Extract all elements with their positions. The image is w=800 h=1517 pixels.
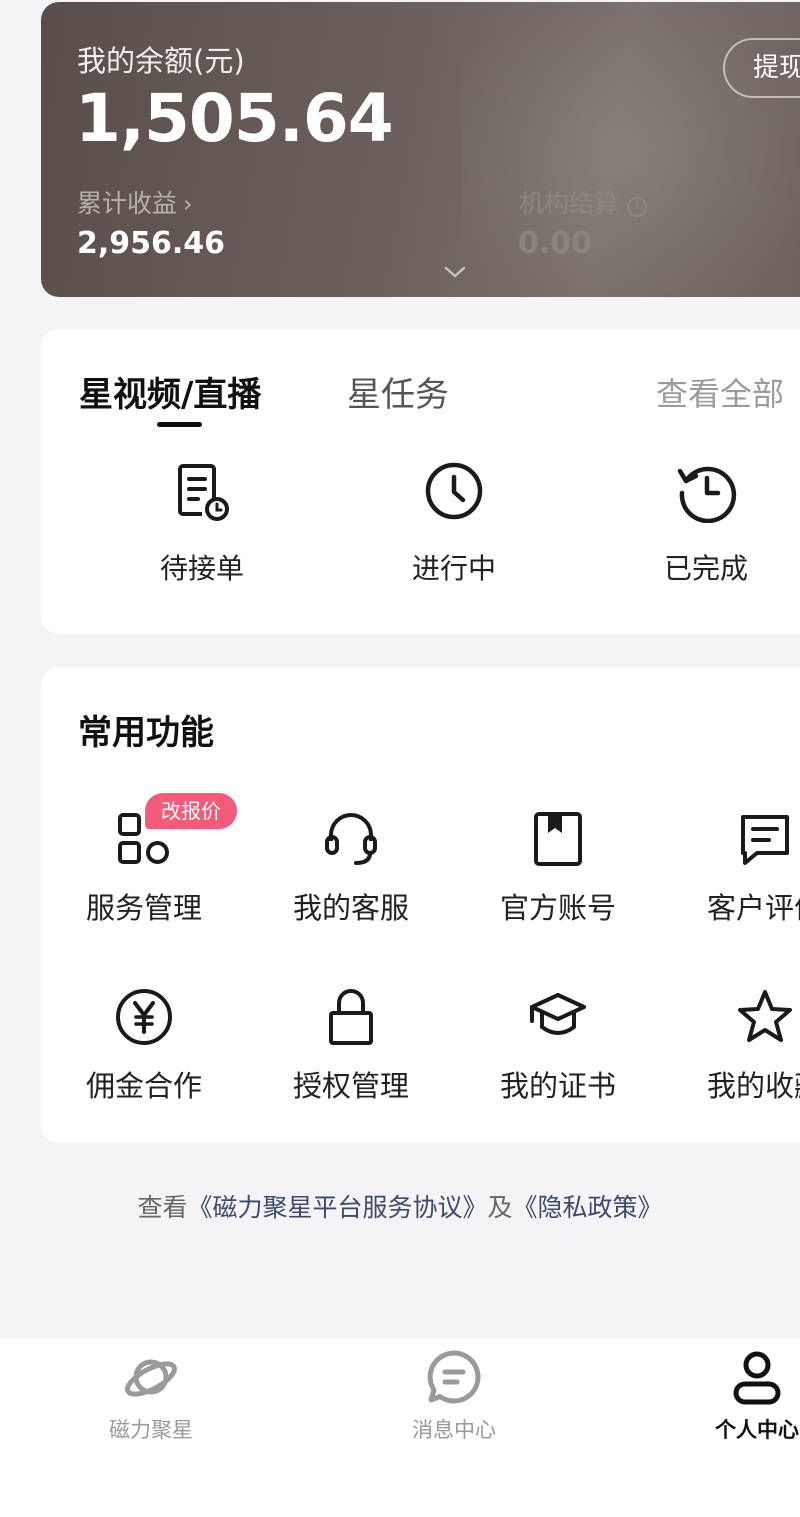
history-icon bbox=[677, 466, 737, 523]
nav-label: 磁力聚星 bbox=[109, 1418, 193, 1442]
pending-order-icon bbox=[178, 464, 229, 521]
func-my-certificate[interactable]: 我的证书 bbox=[478, 987, 638, 1105]
orders-card: 星视频/直播 星任务 查看全部 待接单 进行中 已完成 bbox=[41, 329, 800, 634]
institution-settlement-label: 机构结算 i bbox=[519, 184, 648, 220]
func-my-customer-service[interactable]: 我的客服 bbox=[271, 809, 431, 927]
agreement-conjunction: 及 bbox=[487, 1193, 513, 1222]
status-pending[interactable]: 待接单 bbox=[122, 459, 282, 587]
planet-icon bbox=[125, 1359, 177, 1397]
page: 我的余额(元) 1,505.64 提现 累计收益 › 2,956.46 机构结算 i… bbox=[0, 0, 800, 1517]
common-functions-card: 常用功能 服务管理 改报价 我的客服 官方账号 客户评 佣金合作 授权管理 我的… bbox=[41, 667, 800, 1143]
balance-amount: 1,505.64 bbox=[75, 80, 394, 157]
func-customer-reviews[interactable]: 客户评价 bbox=[685, 809, 800, 927]
service-agreement-link[interactable]: 《磁力聚星平台服务协议》 bbox=[187, 1193, 487, 1222]
bookmark-book-icon bbox=[534, 812, 582, 866]
chevron-down-icon[interactable] bbox=[443, 264, 467, 280]
nav-label: 个人中心 bbox=[715, 1418, 799, 1442]
func-my-favorites[interactable]: 我的收藏 bbox=[685, 987, 800, 1105]
common-functions-title: 常用功能 bbox=[78, 713, 214, 753]
active-tab-indicator bbox=[157, 422, 202, 427]
agreement-prefix: 查看 bbox=[137, 1193, 188, 1222]
yen-coin-icon bbox=[116, 989, 172, 1045]
balance-card: 我的余额(元) 1,505.64 提现 累计收益 › 2,956.46 机构结算 i… bbox=[41, 2, 800, 297]
institution-settlement-text: 机构结算 bbox=[519, 189, 620, 218]
cumulative-earnings-link[interactable]: 累计收益 › bbox=[77, 184, 193, 220]
func-label: 官方账号 bbox=[499, 891, 616, 925]
bottom-nav: 磁力聚星 消息中心 个人中心 bbox=[0, 1338, 800, 1517]
chevron-right-icon: › bbox=[183, 190, 193, 218]
message-icon bbox=[427, 1350, 481, 1404]
func-commission-cooperation[interactable]: 佣金合作 bbox=[64, 987, 224, 1105]
nav-item-profile[interactable]: 个人中心 bbox=[692, 1348, 800, 1444]
institution-settlement-value: 0.00 bbox=[518, 226, 593, 261]
headset-icon bbox=[325, 813, 377, 865]
status-label: 进行中 bbox=[411, 552, 496, 585]
star-icon bbox=[738, 990, 792, 1042]
cumulative-earnings-label: 累计收益 bbox=[77, 189, 178, 218]
func-label: 授权管理 bbox=[292, 1069, 409, 1103]
func-label: 我的收藏 bbox=[706, 1069, 800, 1103]
nav-item-messages[interactable]: 消息中心 bbox=[389, 1348, 519, 1444]
withdraw-button[interactable]: 提现 bbox=[723, 38, 800, 98]
info-icon[interactable]: i bbox=[627, 197, 648, 217]
nav-label: 消息中心 bbox=[412, 1418, 496, 1442]
func-label: 服务管理 bbox=[85, 891, 202, 925]
view-all-link[interactable]: 查看全部 bbox=[656, 369, 784, 415]
person-icon bbox=[733, 1351, 781, 1405]
func-label: 我的证书 bbox=[499, 1069, 616, 1103]
func-label: 我的客服 bbox=[292, 891, 409, 925]
withdraw-label: 提现 bbox=[753, 53, 800, 83]
status-label: 待接单 bbox=[159, 552, 244, 585]
cumulative-earnings-value: 2,956.46 bbox=[77, 226, 226, 261]
reprice-badge: 改报价 bbox=[145, 793, 237, 829]
tab-star-task[interactable]: 星任务 bbox=[347, 367, 449, 416]
nav-item-home[interactable]: 磁力聚星 bbox=[86, 1348, 216, 1444]
clock-icon bbox=[425, 462, 483, 520]
comment-icon bbox=[741, 815, 789, 865]
agreement-line: 查看《磁力聚星平台服务协议》及《隐私政策》 bbox=[0, 1188, 800, 1224]
balance-label: 我的余额(元) bbox=[77, 44, 245, 78]
lock-icon bbox=[329, 989, 373, 1045]
func-authorization-management[interactable]: 授权管理 bbox=[271, 987, 431, 1105]
status-label: 已完成 bbox=[663, 552, 748, 585]
func-label: 客户评价 bbox=[706, 891, 800, 925]
status-completed[interactable]: 已完成 bbox=[626, 459, 786, 587]
tab-star-video-live[interactable]: 星视频/直播 bbox=[79, 367, 261, 416]
func-official-account[interactable]: 官方账号 bbox=[478, 809, 638, 927]
privacy-policy-link[interactable]: 《隐私政策》 bbox=[513, 1193, 663, 1222]
status-in-progress[interactable]: 进行中 bbox=[374, 459, 534, 587]
func-label: 佣金合作 bbox=[85, 1069, 202, 1103]
graduation-cap-icon bbox=[530, 993, 586, 1035]
